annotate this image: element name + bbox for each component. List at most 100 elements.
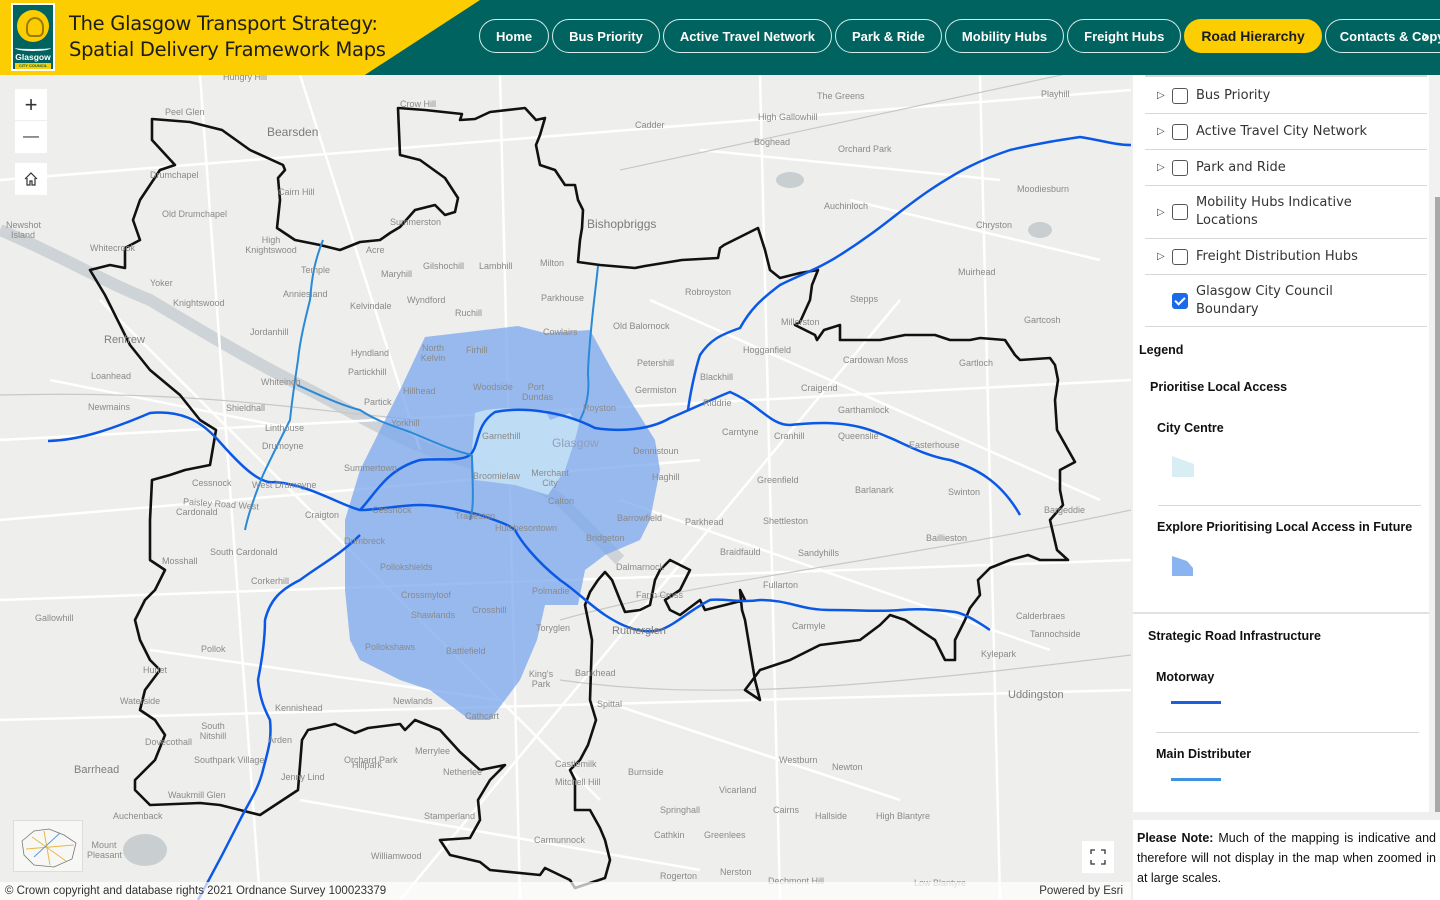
- layer-list-panel: ▷ Bus Priority ▷ Active Travel City Netw…: [1133, 75, 1429, 615]
- layer-checkbox-checked[interactable]: [1172, 292, 1188, 309]
- chevron-right-icon[interactable]: ›: [1422, 26, 1428, 46]
- place-label: Shawlands: [411, 610, 456, 620]
- nav-active-travel-network[interactable]: Active Travel Network: [662, 19, 832, 53]
- layer-item-bus-priority[interactable]: ▷ Bus Priority: [1145, 77, 1427, 114]
- layer-checkbox[interactable]: [1172, 248, 1188, 265]
- layer-item-active-travel[interactable]: ▷ Active Travel City Network: [1145, 113, 1427, 149]
- place-label: King's Park: [528, 669, 554, 689]
- place-label: Shieldhall: [226, 403, 266, 413]
- nav-home[interactable]: Home: [479, 19, 550, 53]
- city-centre-swatch: [1172, 456, 1194, 477]
- place-label: Haghill: [652, 472, 680, 482]
- place-label: Drumchapel: [150, 170, 199, 180]
- layer-checkbox[interactable]: [1172, 204, 1188, 220]
- layer-item-council-boundary[interactable]: Glasgow City Council Boundary: [1145, 274, 1427, 327]
- place-label: Garnethill: [482, 431, 521, 441]
- layer-item-freight-hubs[interactable]: ▷ Freight Distribution Hubs: [1145, 238, 1427, 274]
- overview-map[interactable]: [13, 820, 83, 872]
- home-button[interactable]: [15, 163, 47, 195]
- layer-checkbox[interactable]: [1172, 87, 1188, 104]
- layer-checkbox[interactable]: [1172, 123, 1188, 140]
- place-label: Garthamlock: [838, 405, 890, 415]
- place-label: Partick: [364, 397, 392, 407]
- place-label: Netherlee: [443, 767, 483, 777]
- layer-item-mobility-hubs[interactable]: ▷ Mobility Hubs Indicative Locations: [1145, 185, 1427, 238]
- layer-label: Mobility Hubs Indicative Locations: [1196, 195, 1352, 228]
- nav-bus-priority[interactable]: Bus Priority: [552, 19, 660, 53]
- zoom-out-button[interactable]: —: [15, 121, 47, 153]
- place-label: Cathkin: [654, 830, 685, 840]
- place-label: Calderbraes: [1016, 611, 1066, 621]
- place-label: Partickhill: [348, 367, 387, 377]
- nav-freight-hubs[interactable]: Freight Hubs: [1067, 19, 1182, 53]
- place-label: Waukmill Glen: [168, 790, 226, 800]
- expand-triangle-icon[interactable]: ▷: [1157, 207, 1171, 218]
- legend-group-title: Prioritise Local Access: [1150, 380, 1288, 394]
- place-label: Riddrie: [703, 398, 732, 408]
- place-label: Yoker: [150, 278, 173, 288]
- place-label: West Drumoyne: [252, 480, 317, 490]
- layer-label: Freight Distribution Hubs: [1196, 248, 1358, 264]
- map-copyright: © Crown copyright and database rights 20…: [0, 882, 1131, 900]
- place-label: Royston: [583, 403, 617, 413]
- zoom-in-button[interactable]: +: [15, 89, 47, 121]
- place-label: High Knightswood: [245, 235, 297, 255]
- place-label: Germiston: [635, 385, 677, 395]
- place-label: Braidfauld: [720, 547, 761, 557]
- place-label: Hurlet: [143, 665, 168, 675]
- place-label: Bishopbriggs: [587, 217, 657, 231]
- place-label: Newton: [832, 762, 863, 772]
- place-label: Carmyle: [792, 621, 826, 631]
- place-label: Summerston: [390, 217, 442, 227]
- layer-label: Park and Ride: [1196, 159, 1286, 175]
- place-label: Cardowan Moss: [843, 355, 909, 365]
- expand-triangle-icon[interactable]: ▷: [1157, 126, 1171, 137]
- lake: [1028, 222, 1052, 238]
- place-label: Nerston: [720, 867, 752, 877]
- place-label: Easterhouse: [909, 440, 960, 450]
- layer-checkbox[interactable]: [1172, 159, 1188, 176]
- nav-tabs: Home Bus Priority Active Travel Network …: [479, 19, 1440, 53]
- expand-triangle-icon[interactable]: ▷: [1157, 162, 1171, 173]
- expand-triangle-icon[interactable]: ▷: [1157, 251, 1171, 262]
- place-label: Cowlairs: [543, 327, 578, 337]
- place-label: Hallside: [815, 811, 848, 821]
- place-label: Vicarland: [719, 785, 757, 795]
- place-label: Parkhead: [685, 517, 724, 527]
- road-legend-panel: Strategic Road Infrastructure Motorway M…: [1133, 615, 1429, 812]
- place-label: Carmunnock: [534, 835, 586, 845]
- place-label: High Gallowhill: [758, 112, 818, 122]
- map-view[interactable]: Hungry Hill Peel Glen Bearsden Crow Hill…: [0, 75, 1131, 900]
- crest-icon: [17, 10, 49, 42]
- place-label: Bridgeton: [586, 533, 625, 543]
- layer-item-park-and-ride[interactable]: ▷ Park and Ride: [1145, 149, 1427, 185]
- powered-by-esri[interactable]: Powered by Esri: [1039, 882, 1123, 900]
- place-label: Westburn: [779, 755, 818, 765]
- scrollbar-thumb[interactable]: [1435, 197, 1440, 615]
- legend-entry-label: City Centre: [1157, 421, 1224, 435]
- place-label: Lambhill: [479, 261, 513, 271]
- divider: [1158, 505, 1421, 506]
- nav-road-hierarchy[interactable]: Road Hierarchy: [1184, 19, 1322, 53]
- place-label: Uddingston: [1008, 689, 1064, 701]
- place-label: Swinton: [948, 487, 981, 497]
- place-label: Pollokshields: [380, 562, 433, 572]
- app-title-line1: The Glasgow Transport Strategy:: [69, 12, 378, 35]
- fullscreen-icon: [1090, 849, 1106, 865]
- nav-mobility-hubs[interactable]: Mobility Hubs: [944, 19, 1065, 53]
- fullscreen-button[interactable]: [1082, 841, 1114, 873]
- place-label: Burnside: [628, 767, 664, 777]
- place-label: Mosshall: [162, 556, 198, 566]
- place-label: Whitecrook: [90, 243, 136, 253]
- place-label: North Kelvin: [420, 343, 446, 363]
- place-label: Stamperland: [424, 811, 476, 821]
- legend-entry-label: Main Distributer: [1156, 747, 1252, 761]
- scrollbar-thumb[interactable]: [1435, 615, 1440, 812]
- place-label: Broomielaw: [473, 471, 521, 481]
- expand-triangle-icon[interactable]: ▷: [1157, 90, 1171, 101]
- place-label: Baillieston: [926, 533, 968, 543]
- place-label: Tradeston: [455, 511, 496, 521]
- place-label: Gartloch: [959, 358, 994, 368]
- place-label: Wyndford: [407, 295, 446, 305]
- nav-park-and-ride[interactable]: Park & Ride: [834, 19, 942, 53]
